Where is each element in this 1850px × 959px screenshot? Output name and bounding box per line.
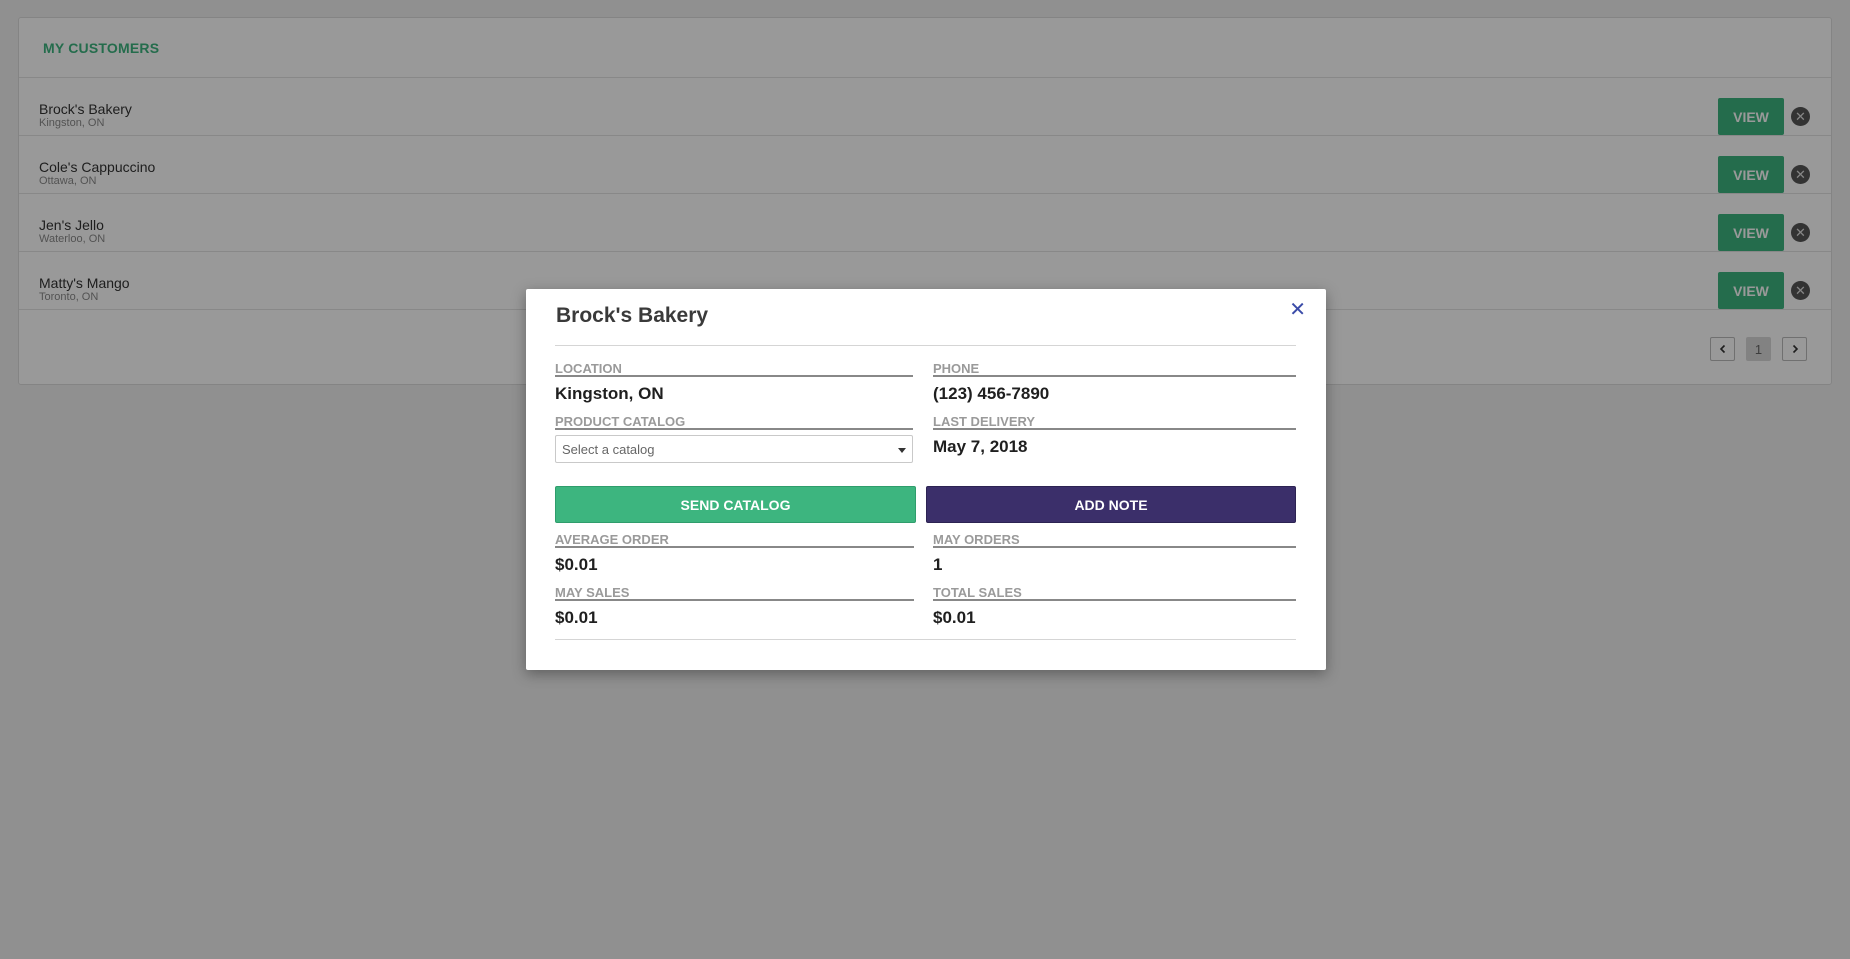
field-label: MAY ORDERS — [933, 532, 1296, 548]
field-label: TOTAL SALES — [933, 585, 1296, 601]
caret-down-icon — [898, 448, 906, 453]
catalog-select[interactable]: Select a catalog — [555, 435, 913, 463]
field-value: (123) 456-7890 — [933, 384, 1050, 403]
product-catalog-field: PRODUCT CATALOG Select a catalog — [555, 414, 913, 463]
field-value: $0.01 — [555, 555, 598, 574]
field-value: $0.01 — [555, 608, 598, 627]
may-orders-field: MAY ORDERS 1 — [933, 532, 1296, 575]
field-value: May 7, 2018 — [933, 437, 1028, 456]
send-catalog-button[interactable]: SEND CATALOG — [555, 486, 916, 523]
total-sales-field: TOTAL SALES $0.01 — [933, 585, 1296, 628]
field-value: 1 — [933, 555, 943, 574]
location-field: LOCATION Kingston, ON — [555, 361, 913, 404]
select-placeholder: Select a catalog — [562, 441, 655, 457]
modal-title: Brock's Bakery — [556, 304, 709, 327]
last-delivery-field: LAST DELIVERY May 7, 2018 — [933, 414, 1296, 457]
field-label: LAST DELIVERY — [933, 414, 1296, 430]
field-label: PHONE — [933, 361, 1296, 377]
customer-modal: Brock's Bakery ✕ LOCATION Kingston, ON P… — [526, 289, 1326, 670]
field-label: PRODUCT CATALOG — [555, 414, 913, 430]
close-icon[interactable]: ✕ — [1289, 300, 1306, 320]
field-label: MAY SALES — [555, 585, 914, 601]
field-label: LOCATION — [555, 361, 913, 377]
add-note-button[interactable]: ADD NOTE — [926, 486, 1296, 523]
phone-field: PHONE (123) 456-7890 — [933, 361, 1296, 404]
field-value: $0.01 — [933, 608, 976, 627]
field-value: Kingston, ON — [555, 384, 664, 403]
divider — [555, 639, 1296, 640]
average-order-field: AVERAGE ORDER $0.01 — [555, 532, 914, 575]
divider — [555, 345, 1296, 346]
may-sales-field: MAY SALES $0.01 — [555, 585, 914, 628]
field-label: AVERAGE ORDER — [555, 532, 914, 548]
